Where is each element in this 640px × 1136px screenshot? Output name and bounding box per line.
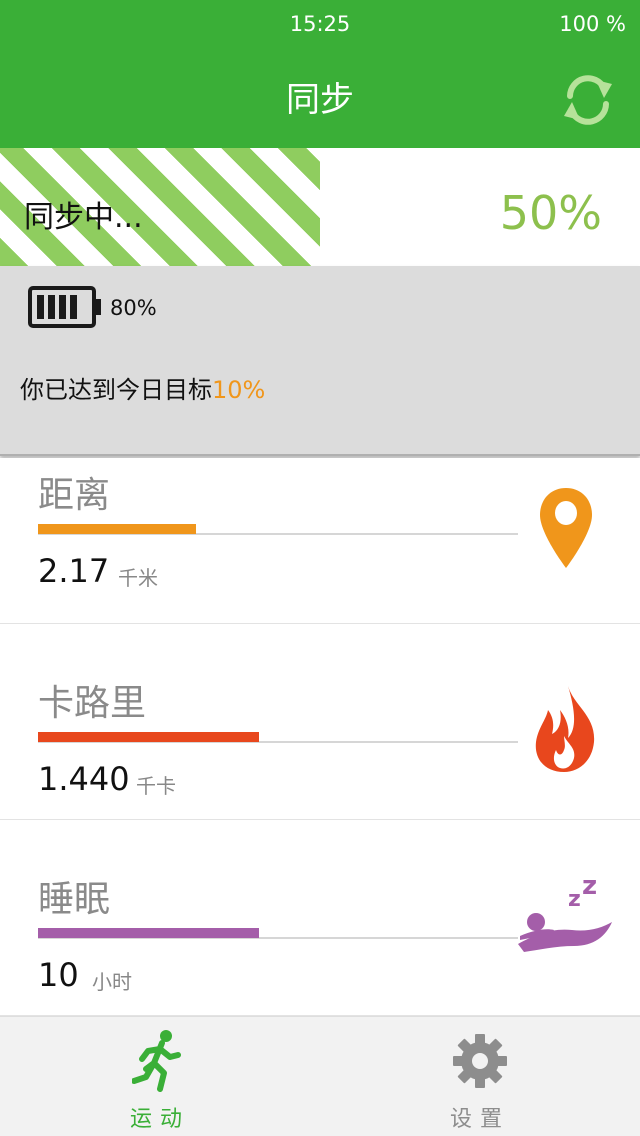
metrics-list: 距离 2.17 千米 卡路里 1.440 千卡 睡眠 10 小时 z z xyxy=(0,458,640,1016)
metric-distance[interactable]: 距离 2.17 千米 xyxy=(0,458,640,624)
location-pin-icon xyxy=(540,488,592,568)
metric-unit: 千米 xyxy=(118,566,158,590)
goal-label: 你已达到今日目标 xyxy=(20,376,212,404)
metric-name: 睡眠 xyxy=(38,879,111,920)
metric-name: 卡路里 xyxy=(38,683,147,724)
sync-progress: 同步中... 50% xyxy=(0,148,640,266)
tab-exercise[interactable]: 运动 xyxy=(0,1017,320,1136)
metric-unit: 小时 xyxy=(92,970,132,994)
status-time: 15:25 xyxy=(289,12,351,36)
sleep-icon: z z xyxy=(518,874,612,952)
metric-progress-bar xyxy=(38,524,197,534)
sync-icon xyxy=(564,75,612,125)
metric-progress-bar xyxy=(38,928,259,938)
metric-value: 10 xyxy=(38,956,79,994)
tab-label: 运动 xyxy=(129,1107,190,1132)
metric-calories[interactable]: 卡路里 1.440 千卡 xyxy=(0,624,640,820)
metric-progress-bar xyxy=(38,732,259,742)
running-icon xyxy=(132,1030,181,1092)
metric-unit: 千卡 xyxy=(136,774,176,798)
svg-text:z: z xyxy=(568,887,581,912)
metric-sleep[interactable]: 睡眠 10 小时 z z xyxy=(0,820,640,1016)
flame-icon xyxy=(535,686,595,772)
goal-percent: 10% xyxy=(212,376,266,404)
metric-name: 距离 xyxy=(38,475,111,516)
tab-label: 设置 xyxy=(449,1107,510,1132)
battery-percent: 80% xyxy=(110,296,157,320)
goal-text: 你已达到今日目标10% xyxy=(20,370,265,405)
battery-icon xyxy=(28,286,101,328)
tab-settings[interactable]: 设置 xyxy=(320,1017,640,1136)
tab-bar: 运动 设置 xyxy=(0,1016,640,1136)
metric-value: 1.440 xyxy=(38,760,130,798)
daily-summary: 80% 你已达到今日目标10% xyxy=(0,266,640,456)
sync-button[interactable] xyxy=(560,72,616,128)
gear-icon xyxy=(453,1034,507,1088)
status-battery: 100 % xyxy=(559,12,626,36)
page-title: 同步 xyxy=(286,80,354,120)
svg-text:z: z xyxy=(582,874,597,901)
metric-value: 2.17 xyxy=(38,552,110,590)
header: 15:25 100 % 同步 xyxy=(0,0,640,148)
sync-percent: 50% xyxy=(499,186,602,240)
sync-status-label: 同步中... xyxy=(24,200,143,235)
